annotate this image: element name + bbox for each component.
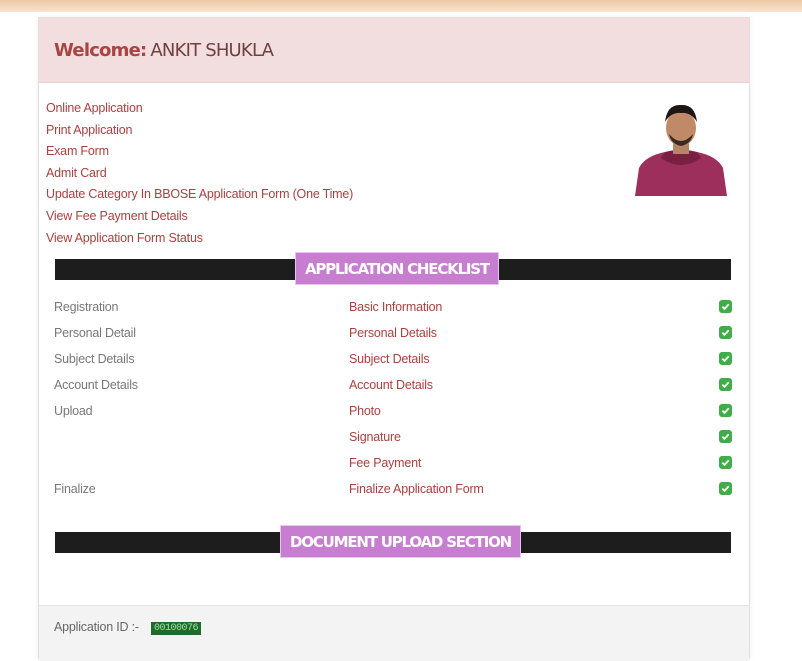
checklist-item[interactable]: Signature	[349, 424, 401, 450]
quick-links: Online Application Print Application Exa…	[46, 98, 353, 249]
checklist-section: Account Details	[54, 378, 138, 392]
checklist-row: Personal Detail Personal Details	[39, 320, 747, 346]
check-icon	[719, 430, 732, 443]
checklist-section: Registration	[54, 300, 119, 314]
document-upload-section-bar: DOCUMENT UPLOAD SECTION	[55, 525, 731, 558]
checklist-item[interactable]: Personal Details	[349, 320, 437, 346]
document-upload-title: DOCUMENT UPLOAD SECTION	[280, 525, 521, 558]
check-icon	[719, 326, 732, 339]
checklist-section: Subject Details	[54, 352, 135, 366]
check-icon	[719, 352, 732, 365]
checklist-item[interactable]: Account Details	[349, 372, 433, 398]
user-photo-image	[631, 98, 731, 196]
checklist-section: Personal Detail	[54, 326, 136, 340]
checklist-row: Upload Photo	[39, 398, 747, 424]
welcome-label: Welcome:	[54, 39, 147, 61]
checklist-row: Subject Details Subject Details	[39, 346, 747, 372]
link-admit-card[interactable]: Admit Card	[46, 163, 353, 185]
check-icon	[719, 456, 732, 469]
link-view-fee-payment[interactable]: View Fee Payment Details	[46, 206, 353, 228]
welcome-header: Welcome: ANKIT SHUKLA	[39, 18, 749, 83]
application-id-label: Application ID :-	[54, 620, 139, 634]
application-id-bar: Application ID :- 00100076	[39, 605, 749, 661]
checklist-item[interactable]: Basic Information	[349, 294, 442, 320]
checklist-row: Signature	[39, 424, 747, 450]
checklist-row: Account Details Account Details	[39, 372, 747, 398]
checklist-row: Registration Basic Information	[39, 294, 747, 320]
link-update-category[interactable]: Update Category In BBOSE Application For…	[46, 184, 353, 206]
link-print-application[interactable]: Print Application	[46, 120, 353, 142]
check-icon	[719, 404, 732, 417]
checklist-row: Fee Payment	[39, 450, 747, 476]
check-icon	[719, 378, 732, 391]
top-decorative-strip	[0, 0, 802, 12]
checklist-item[interactable]: Fee Payment	[349, 450, 421, 476]
link-online-application[interactable]: Online Application	[46, 98, 353, 120]
checklist-item[interactable]: Subject Details	[349, 346, 430, 372]
checklist-section: Upload	[54, 404, 93, 418]
link-exam-form[interactable]: Exam Form	[46, 141, 353, 163]
dashboard-panel: Welcome: ANKIT SHUKLA Online Application…	[38, 17, 750, 661]
checklist-section: Finalize	[54, 482, 96, 496]
application-id-value: 00100076	[151, 622, 202, 635]
user-photo	[631, 98, 731, 196]
check-icon	[719, 300, 732, 313]
checklist-item[interactable]: Photo	[349, 398, 381, 424]
checklist-section-bar: APPLICATION CHECKLIST	[55, 252, 731, 285]
check-icon	[719, 482, 732, 495]
link-view-application-status[interactable]: View Application Form Status	[46, 228, 353, 250]
checklist-item[interactable]: Finalize Application Form	[349, 476, 484, 502]
checklist-row: Finalize Finalize Application Form	[39, 476, 747, 502]
user-name: ANKIT SHUKLA	[150, 39, 274, 61]
checklist-title: APPLICATION CHECKLIST	[295, 252, 499, 285]
